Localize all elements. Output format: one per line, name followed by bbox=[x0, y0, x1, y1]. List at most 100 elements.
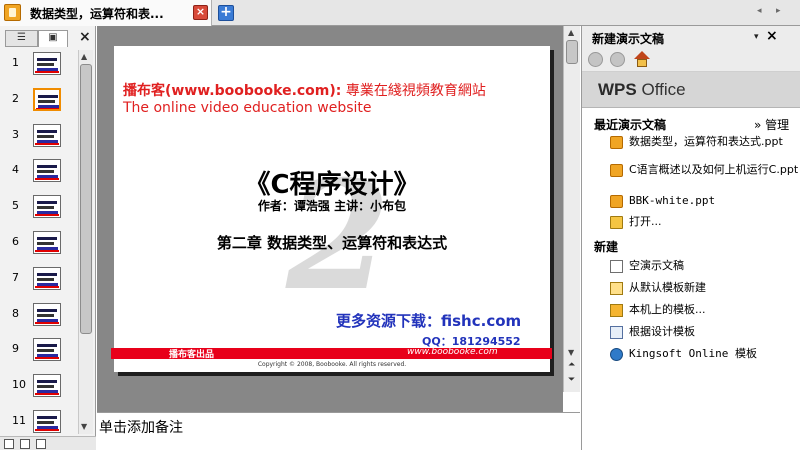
notes-pane[interactable]: 单击添加备注 bbox=[97, 412, 580, 450]
document-tab-title: 数据类型，运算符和表... bbox=[30, 7, 164, 21]
slide-number: 1 bbox=[12, 56, 19, 69]
design-template-label: 根据设计模板 bbox=[629, 325, 695, 338]
task-pane-dropdown-icon[interactable]: ▾ bbox=[754, 32, 759, 42]
scroll-down-icon[interactable]: ▼ bbox=[568, 348, 574, 357]
tab-scroll-left-icon[interactable]: ◂ bbox=[757, 6, 762, 16]
recent-file-name: C语言概述以及如何上机运行C.ppt bbox=[629, 163, 799, 176]
task-pane-header: 新建演示文稿 ▾ × bbox=[582, 26, 800, 48]
presentation-file-icon bbox=[610, 164, 623, 177]
site-tagline: The online video education website bbox=[123, 100, 372, 116]
tab-slides[interactable]: ▣ bbox=[38, 30, 68, 47]
scrollbar-thumb[interactable] bbox=[80, 64, 92, 334]
slide-thumbnail-pane: ☰ ▣ × 1 2 3 4 5 6 7 8 9 10 11 ▲ ▼ bbox=[0, 26, 96, 450]
local-templates-item[interactable]: 本机上的模板... bbox=[582, 302, 800, 320]
slide-thumbnail[interactable] bbox=[33, 123, 61, 147]
slide-thumbnail-row[interactable]: 7 bbox=[0, 265, 78, 295]
design-template-item[interactable]: 根据设计模板 bbox=[582, 324, 800, 342]
slide-number: 7 bbox=[12, 270, 19, 284]
slide-thumbnail-row[interactable]: 2 bbox=[0, 86, 78, 116]
slides-icon: ▣ bbox=[48, 32, 58, 43]
new-blank-item[interactable]: 空演示文稿 bbox=[582, 258, 800, 276]
home-icon[interactable] bbox=[634, 51, 650, 67]
normal-view-icon[interactable] bbox=[4, 439, 14, 449]
recent-heading: 最近演示文稿 bbox=[594, 118, 667, 132]
site-banner: 播布客(www.boobooke.com): 專業在綫視頻教育網站 bbox=[123, 80, 486, 100]
open-file-label: 打开... bbox=[629, 215, 662, 228]
slide-thumbnail-row[interactable]: 9 bbox=[0, 336, 78, 366]
document-tab[interactable]: 数据类型，运算符和表... × bbox=[0, 0, 212, 26]
task-pane-close-icon[interactable]: × bbox=[766, 28, 778, 44]
back-icon[interactable] bbox=[588, 52, 603, 67]
slide-thumbnail-row[interactable]: 3 bbox=[0, 122, 78, 152]
current-slide[interactable]: 2 播布客(www.boobooke.com): 專業在綫視頻教育網站 The … bbox=[111, 46, 552, 372]
close-tab-button[interactable]: × bbox=[193, 5, 208, 20]
slide-authors[interactable]: 作者：谭浩强 主讲：小布包 bbox=[114, 197, 550, 214]
slide-thumbnail[interactable] bbox=[33, 302, 61, 326]
slide-number: 10 bbox=[12, 378, 26, 392]
new-tab-button[interactable]: + bbox=[218, 5, 234, 21]
previous-slide-icon[interactable]: ⏶ bbox=[568, 360, 575, 370]
slide-title[interactable]: 《C程序设计》 bbox=[114, 164, 550, 201]
slide-scrollbar[interactable]: ▲ ▼ bbox=[563, 26, 580, 391]
presentation-file-icon bbox=[4, 4, 21, 21]
slide-thumbnail-row[interactable]: 6 bbox=[0, 229, 78, 259]
slide-thumbnail[interactable] bbox=[33, 374, 61, 398]
scroll-up-icon[interactable]: ▲ bbox=[81, 52, 87, 61]
recent-file-item[interactable]: 数据类型，运算符和表达式.ppt bbox=[582, 134, 800, 162]
slide-number: 4 bbox=[12, 163, 19, 177]
open-folder-icon bbox=[610, 216, 623, 229]
slide-thumbnail[interactable] bbox=[33, 87, 61, 111]
notes-placeholder[interactable]: 单击添加备注 bbox=[99, 417, 183, 437]
download-link-text: 更多资源下载：fishc.com bbox=[336, 312, 522, 330]
slide-thumbnail[interactable] bbox=[33, 52, 61, 75]
presentation-file-icon bbox=[610, 195, 623, 208]
thumbnail-scrollbar[interactable]: ▲ ▼ bbox=[78, 50, 93, 434]
online-template-label: Kingsoft Online 模板 bbox=[629, 347, 757, 360]
scrollbar-thumb[interactable] bbox=[566, 40, 578, 64]
slide-thumbnail-row[interactable]: 8 bbox=[0, 301, 78, 331]
slide-thumbnail[interactable] bbox=[33, 338, 61, 362]
presentation-file-icon bbox=[610, 136, 623, 149]
slide-thumbnail[interactable] bbox=[33, 231, 61, 254]
new-blank-label: 空演示文稿 bbox=[629, 259, 684, 272]
default-template-icon bbox=[610, 282, 623, 295]
copyright-text: Copyright © 2008, Boobooke. All rights r… bbox=[257, 361, 407, 368]
slide-number: 9 bbox=[12, 342, 19, 356]
close-pane-button[interactable]: × bbox=[79, 29, 91, 45]
slide-thumbnail[interactable] bbox=[33, 159, 61, 183]
slide-sorter-view-icon[interactable] bbox=[20, 439, 30, 449]
scroll-up-icon[interactable]: ▲ bbox=[568, 28, 574, 37]
tab-outline[interactable]: ☰ bbox=[5, 30, 38, 47]
tab-scroll-right-icon[interactable]: ▸ bbox=[776, 6, 781, 16]
outline-icon: ☰ bbox=[17, 32, 26, 43]
online-template-item[interactable]: Kingsoft Online 模板 bbox=[582, 346, 800, 364]
slide-thumbnail[interactable] bbox=[33, 266, 61, 290]
slide-thumbnail-row[interactable]: 1 bbox=[0, 50, 78, 80]
recent-file-item[interactable]: BBK-white.ppt bbox=[582, 193, 800, 211]
recent-file-name: BBK-white.ppt bbox=[629, 194, 716, 207]
new-heading: 新建 bbox=[594, 240, 619, 254]
slide-thumbnail[interactable] bbox=[33, 410, 61, 433]
next-slide-icon[interactable]: ⏷ bbox=[568, 375, 575, 385]
manage-link[interactable]: » 管理 bbox=[754, 116, 789, 133]
open-file-item[interactable]: 打开... bbox=[582, 214, 800, 232]
wps-office-logo: WPS Office bbox=[598, 80, 686, 99]
slide-thumbnail[interactable] bbox=[33, 195, 61, 219]
slide-thumbnail-row[interactable]: 11 bbox=[0, 408, 78, 438]
slide-thumbnail-row[interactable]: 10 bbox=[0, 372, 78, 402]
slide-number: 8 bbox=[12, 306, 19, 320]
new-from-default-item[interactable]: 从默认模板新建 bbox=[582, 280, 800, 298]
slideshow-view-icon[interactable] bbox=[36, 439, 46, 449]
forward-icon[interactable] bbox=[610, 52, 625, 67]
slide-chapter-title[interactable]: 第二章 数据类型、运算符和表达式 bbox=[114, 232, 550, 253]
slide-number: 2 bbox=[12, 91, 19, 105]
recent-file-item[interactable]: C语言概述以及如何上机运行C.ppt bbox=[582, 162, 800, 190]
slide-thumbnail-list: 1 2 3 4 5 6 7 8 9 10 11 bbox=[0, 50, 78, 450]
slide-thumbnail-row[interactable]: 4 bbox=[0, 157, 78, 187]
slide-number: 5 bbox=[12, 199, 19, 213]
task-pane: 新建演示文稿 ▾ × WPS Office 最近演示文稿 » 管理 数据类型，运… bbox=[581, 26, 800, 450]
slide-number: 3 bbox=[12, 127, 19, 141]
slide-thumbnail-row[interactable]: 5 bbox=[0, 193, 78, 223]
scroll-down-icon[interactable]: ▼ bbox=[81, 422, 87, 431]
band-producer-text: 播布客出品 bbox=[169, 350, 215, 360]
